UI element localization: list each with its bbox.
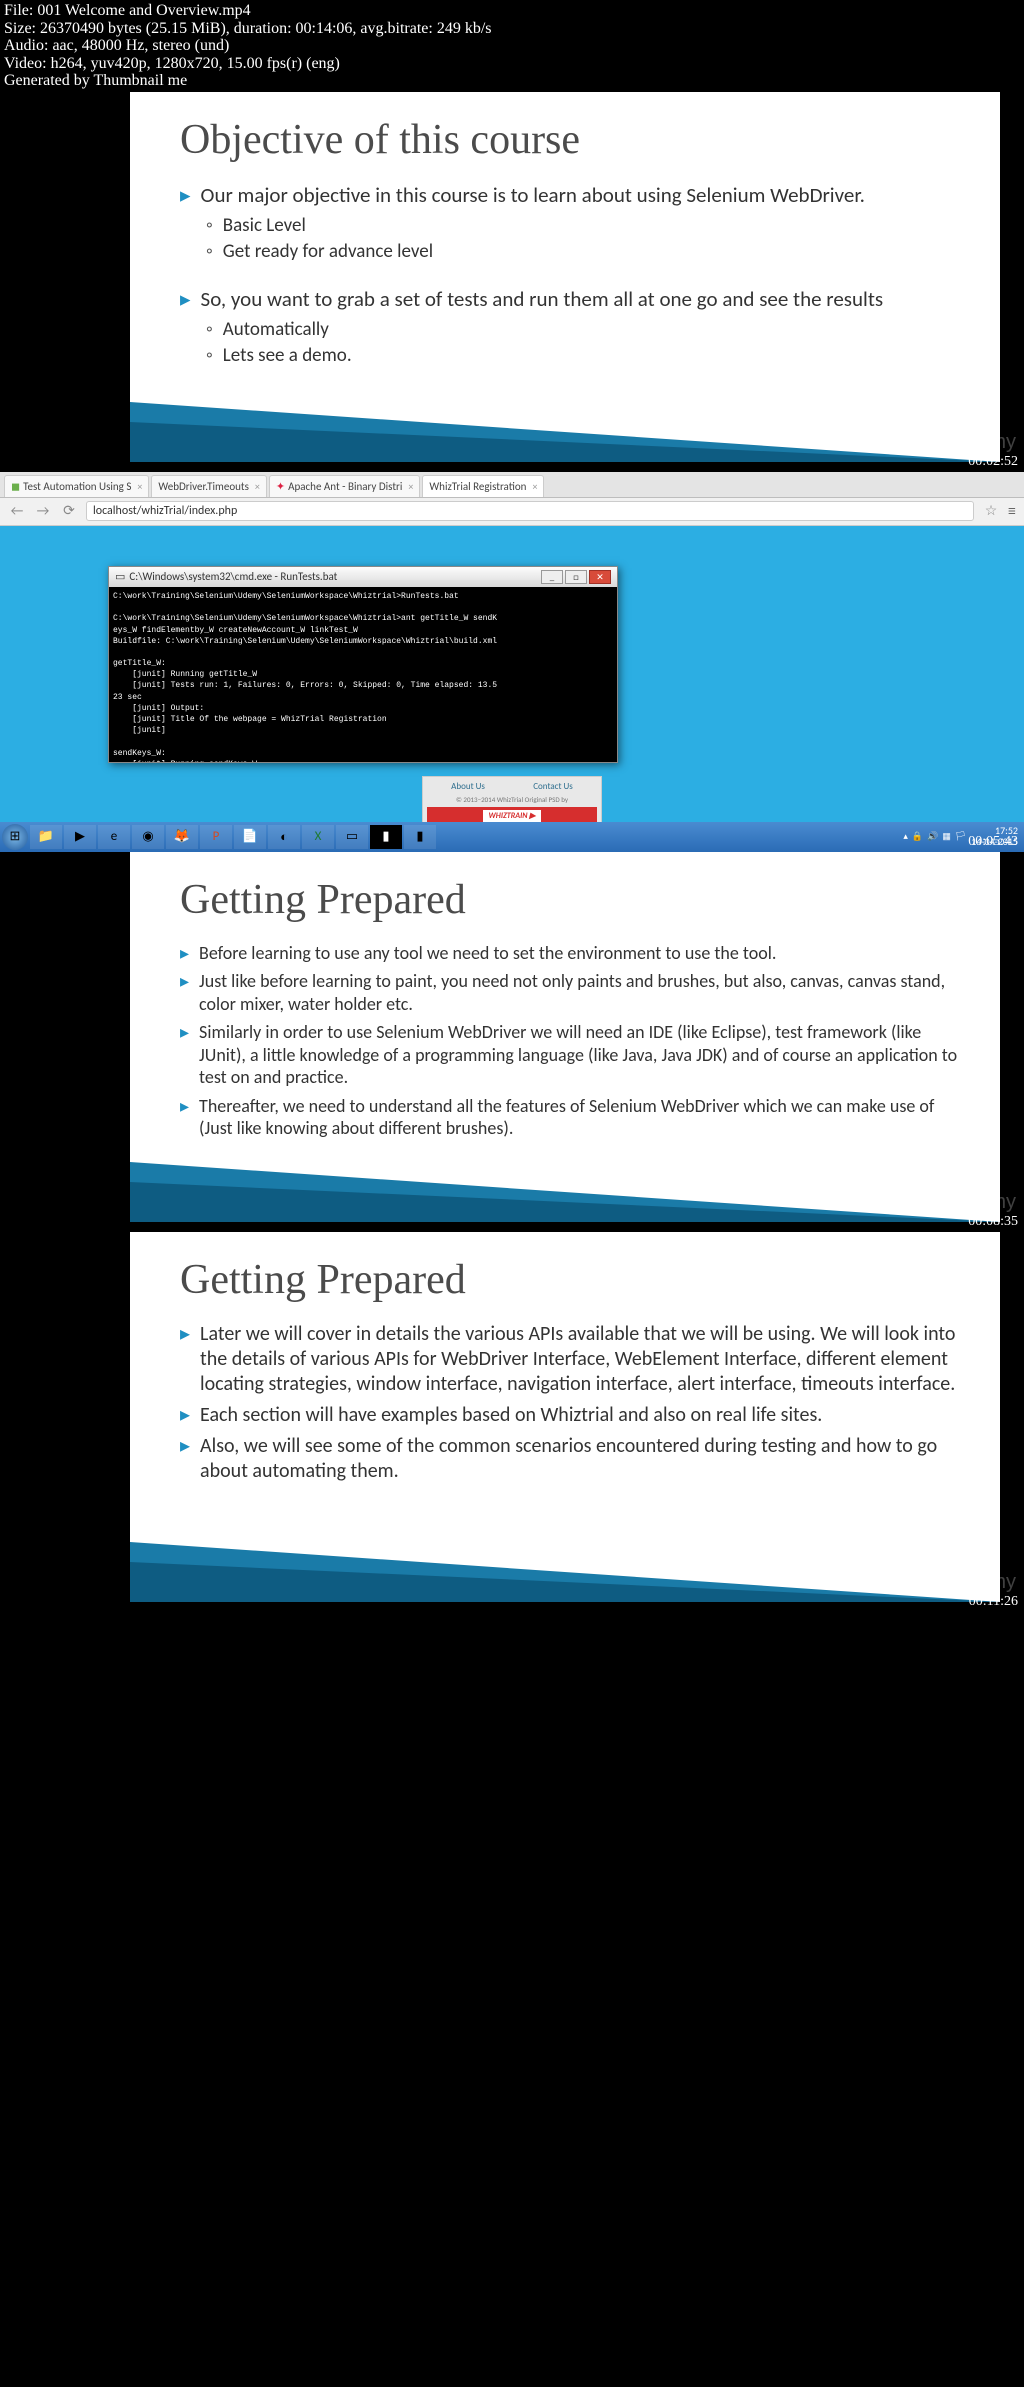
explorer-icon[interactable]: 📁 [30,825,62,849]
slide1-p2b: Lets see a demo. [223,344,960,368]
watermark: udemy [956,1571,1016,1594]
slide1-p1b: Get ready for advance level [223,240,960,264]
slide3-p3: Similarly in order to use Selenium WebDr… [199,1021,960,1089]
timestamp-2: 00:05:43 [968,834,1018,850]
browser-tab-1[interactable]: ◼Test Automation Using S× [4,475,149,497]
timestamp-3: 00:08:35 [968,1214,1018,1230]
forward-button[interactable]: → [34,502,52,520]
close-icon[interactable]: × [408,480,413,493]
timestamp-4: 00:11:26 [969,1594,1018,1610]
watermark: udemy [956,1191,1016,1214]
timestamp-1: 00:02:52 [968,454,1018,470]
slide4-bullets: Later we will cover in details the vario… [180,1322,960,1484]
windows-taskbar: ⊞ 📁 ▶ e ◉ 🦊 P 📄 ◐ X ▭ ▮ ▮ ▴ 🔒 🔊 ▦ 🏳 17:5… [0,822,1024,852]
powerpoint-icon[interactable]: P [200,825,232,849]
slide4-p3: Also, we will see some of the common sce… [200,1434,960,1484]
menu-icon[interactable]: ≡ [1008,502,1016,521]
cmd-icon[interactable]: ▮ [370,825,402,849]
slide4-p1: Later we will cover in details the vario… [200,1322,960,1397]
slide4-p2: Each section will have examples based on… [200,1403,960,1428]
close-icon[interactable]: × [255,480,260,493]
media-player-icon[interactable]: ▶ [64,825,96,849]
browser-tab-3[interactable]: ✦Apache Ant - Binary Distri× [269,475,421,497]
contact-link[interactable]: Contact Us [533,781,573,792]
video-metadata: File: 001 Welcome and Overview.mp4 Size:… [0,0,1024,92]
close-button[interactable]: ✕ [589,570,611,584]
cmd-title-text: C:\Windows\system32\cmd.exe - RunTests.b… [129,570,337,583]
excel-icon[interactable]: X [302,825,334,849]
cmd-icon: ▭ [115,570,125,583]
slide3-title: Getting Prepared [180,876,960,924]
eclipse-icon[interactable]: ◐ [268,825,300,849]
minimize-button[interactable]: _ [541,570,563,584]
slide1-p1: Our major objective in this course is to… [201,182,960,208]
meta-audio: Audio: aac, 48000 Hz, stereo (und) [4,37,1020,55]
meta-size: Size: 26370490 bytes (25.15 MiB), durati… [4,20,1020,38]
about-link[interactable]: About Us [451,781,485,792]
back-button[interactable]: ← [8,502,26,520]
slide1-p2: So, you want to grab a set of tests and … [201,286,960,312]
meta-file: File: 001 Welcome and Overview.mp4 [4,2,1020,20]
close-icon[interactable]: × [532,480,537,493]
maximize-button[interactable]: □ [565,570,587,584]
cmd-window[interactable]: ▭ C:\Windows\system32\cmd.exe - RunTests… [108,566,618,763]
slide1-p2a: Automatically [223,318,960,342]
notepad-icon[interactable]: 📄 [234,825,266,849]
start-button[interactable]: ⊞ [2,824,28,850]
slide3-p2: Just like before learning to paint, you … [199,970,960,1015]
meta-video: Video: h264, yuv420p, 1280x720, 15.00 fp… [4,55,1020,73]
firefox-icon[interactable]: 🦊 [166,825,198,849]
browser-frame: ◼Test Automation Using S× WebDriver.Time… [0,472,1024,852]
browser-toolbar: ← → ⟳ localhost/whizTrial/index.php ☆ ≡ [0,498,1024,526]
reload-button[interactable]: ⟳ [60,502,78,520]
slide1-bullets: Our major objective in this course is to… [180,182,960,368]
slide3-bullets: Before learning to use any tool we need … [180,942,960,1140]
system-tray[interactable]: ▴ 🔒 🔊 ▦ 🏳 [903,831,967,842]
slide4-title: Getting Prepared [180,1256,960,1304]
app-icon-2[interactable]: ▮ [404,825,436,849]
slide1-p1a: Basic Level [223,214,960,238]
app-icon[interactable]: ▭ [336,825,368,849]
address-bar[interactable]: localhost/whizTrial/index.php [86,501,974,521]
cmd-output: C:\work\Training\Selenium\Udemy\Selenium… [109,587,617,762]
meta-gen: Generated by Thumbnail me [4,72,1020,90]
browser-tab-bar: ◼Test Automation Using S× WebDriver.Time… [0,472,1024,498]
watermark: udemy [956,431,1016,454]
close-icon[interactable]: × [137,480,142,493]
slide1-title: Objective of this course [180,116,960,164]
slide3-p1: Before learning to use any tool we need … [199,942,960,965]
cmd-titlebar[interactable]: ▭ C:\Windows\system32\cmd.exe - RunTests… [109,567,617,587]
browser-tab-2[interactable]: WebDriver.Timeouts× [151,475,266,497]
browser-tab-4[interactable]: WhizTrial Registration× [422,475,544,497]
chrome-icon[interactable]: ◉ [132,825,164,849]
star-icon[interactable]: ☆ [982,502,1000,520]
copyright: © 2013–2014 WhizTrial Original PSD by [427,795,597,804]
ie-icon[interactable]: e [98,825,130,849]
slide3-p4: Thereafter, we need to understand all th… [199,1095,960,1140]
